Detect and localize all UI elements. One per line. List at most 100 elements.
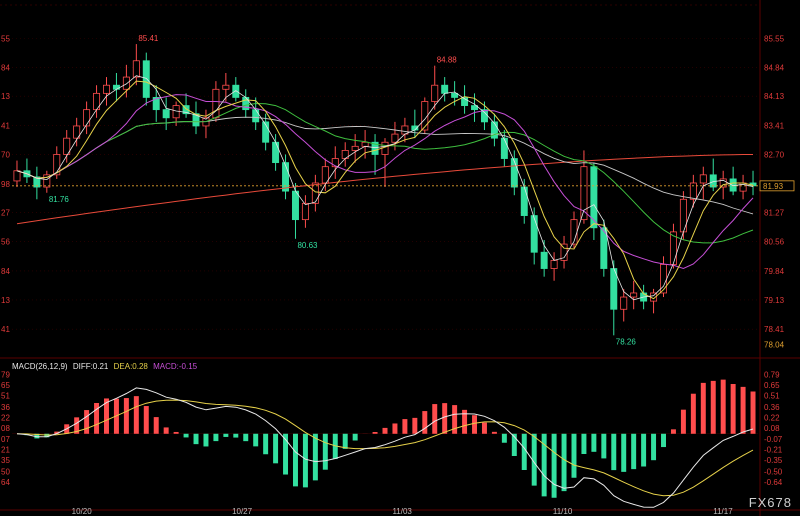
macd-tick-left: 07 [1,435,10,444]
candle-body [301,202,309,221]
x-axis-label: 11/10 [553,507,573,516]
price-tick-left: 27 [1,209,10,218]
axis-labels: 85.555584.848484.131383.414182.707081.98… [1,34,795,516]
candle-body [510,158,518,188]
macd-legend-dea: DEA:0.28 [113,362,148,371]
price-tick-left: 13 [1,296,10,305]
macd-tick-right: -0.21 [764,446,783,455]
macd-tick-right: 0.36 [764,403,780,412]
price-tick-left: 41 [1,122,10,131]
price-tick-left: 55 [1,34,10,43]
macd-tick-left: 36 [1,403,10,412]
candle-body [550,259,558,269]
price-chart: 85.555584.848484.131383.414182.707081.98… [0,0,800,516]
ma-3-line [16,75,754,301]
watermark-logo: FX678 [748,495,792,510]
candle-body [381,141,389,155]
macd-panel [12,379,758,508]
candle-body [630,292,638,298]
annotation-low-2: 80.63 [297,241,318,250]
candle-body [699,174,707,184]
candle-body [103,84,110,94]
candle-body [500,137,508,159]
candle-body [132,60,140,78]
annotation-low-1: 81.76 [49,195,70,204]
candle-body [122,76,130,90]
candle-body [142,60,150,98]
price-tick-right: 84.84 [764,63,785,72]
price-tick-left: 13 [1,92,10,101]
candle-body [272,141,280,164]
price-tick-right: 81.27 [764,209,785,218]
candle-body [112,84,120,90]
grid-layer [0,0,800,516]
candle-body [431,84,439,102]
macd-tick-right: -0.50 [764,467,783,476]
macd-tick-left: 22 [1,413,10,422]
candle-body [351,145,359,151]
moving-averages [16,75,754,301]
candle-body [291,190,299,221]
candle-body [361,141,369,147]
candle-body [451,92,459,98]
candle-body [83,109,91,127]
macd-tick-right: -0.64 [764,478,783,487]
candle-body [222,84,230,90]
macd-legend-name: MACD(26,12,9) [12,362,68,371]
candle-body [13,170,21,182]
price-tick-left: 84 [1,267,10,276]
macd-tick-right: 0.08 [764,424,780,433]
candle-body [520,186,528,216]
price-tick-right: 80.56 [764,238,785,247]
macd-legend-macd: MACD:-0.15 [153,362,198,371]
price-tick-right: 83.41 [764,122,785,131]
candle-body [162,109,170,119]
candle-body [620,296,628,310]
candle-body [540,251,548,269]
candle-body [252,109,260,123]
macd-tick-right: 0.79 [764,371,780,380]
price-tick-right: 82.70 [764,150,785,159]
macd-tick-left: 65 [1,381,10,390]
candle-body [610,268,618,310]
price-tick-left: 41 [1,325,10,334]
candle-body [480,109,488,123]
x-axis-label: 11/03 [392,507,412,516]
candle-body [232,84,240,98]
macd-tick-right: -0.07 [764,435,783,444]
macd-tick-left: 50 [1,467,10,476]
annotation-low-3: 78.26 [616,337,637,346]
macd-tick-right: 0.65 [764,381,780,390]
price-tick-right: 79.13 [764,296,785,305]
price-bottom-label: 78.04 [764,340,785,349]
price-tick-left: 56 [1,238,10,247]
macd-tick-left: 51 [1,392,10,401]
macd-tick-left: 64 [1,478,10,487]
x-axis-label: 10/27 [232,507,253,516]
macd-tick-left: 08 [1,424,10,433]
macd-legend: MACD(26,12,9) DIFF:0.21 DEA:0.28 MACD:-0… [12,362,200,371]
candle-body [530,215,538,253]
price-tick-right: 79.84 [764,267,785,276]
macd-tick-left: 21 [1,446,10,455]
macd-legend-diff: DIFF:0.21 [72,362,109,371]
candle-body [282,162,290,192]
price-tick-left: 98 [1,180,10,189]
candle-body [212,88,220,119]
annotation-high-1: 85.41 [138,34,159,43]
macd-tick-right: -0.35 [764,456,783,465]
candle-body [689,182,697,200]
price-tick-right: 85.55 [764,34,785,43]
macd-tick-right: 0.22 [764,413,780,422]
candle-body [441,84,449,94]
x-axis-label: 10/20 [72,507,93,516]
ma-5-line [16,80,754,300]
price-tick-left: 70 [1,150,10,159]
current-price-label: 81.93 [763,182,784,191]
price-tick-right: 84.13 [764,92,785,101]
macd-tick-left: 79 [1,371,10,380]
price-panel [12,44,758,336]
macd-tick-left: 35 [1,456,10,465]
price-tick-right: 78.41 [764,325,785,334]
macd-tick-right: 0.51 [764,392,780,401]
